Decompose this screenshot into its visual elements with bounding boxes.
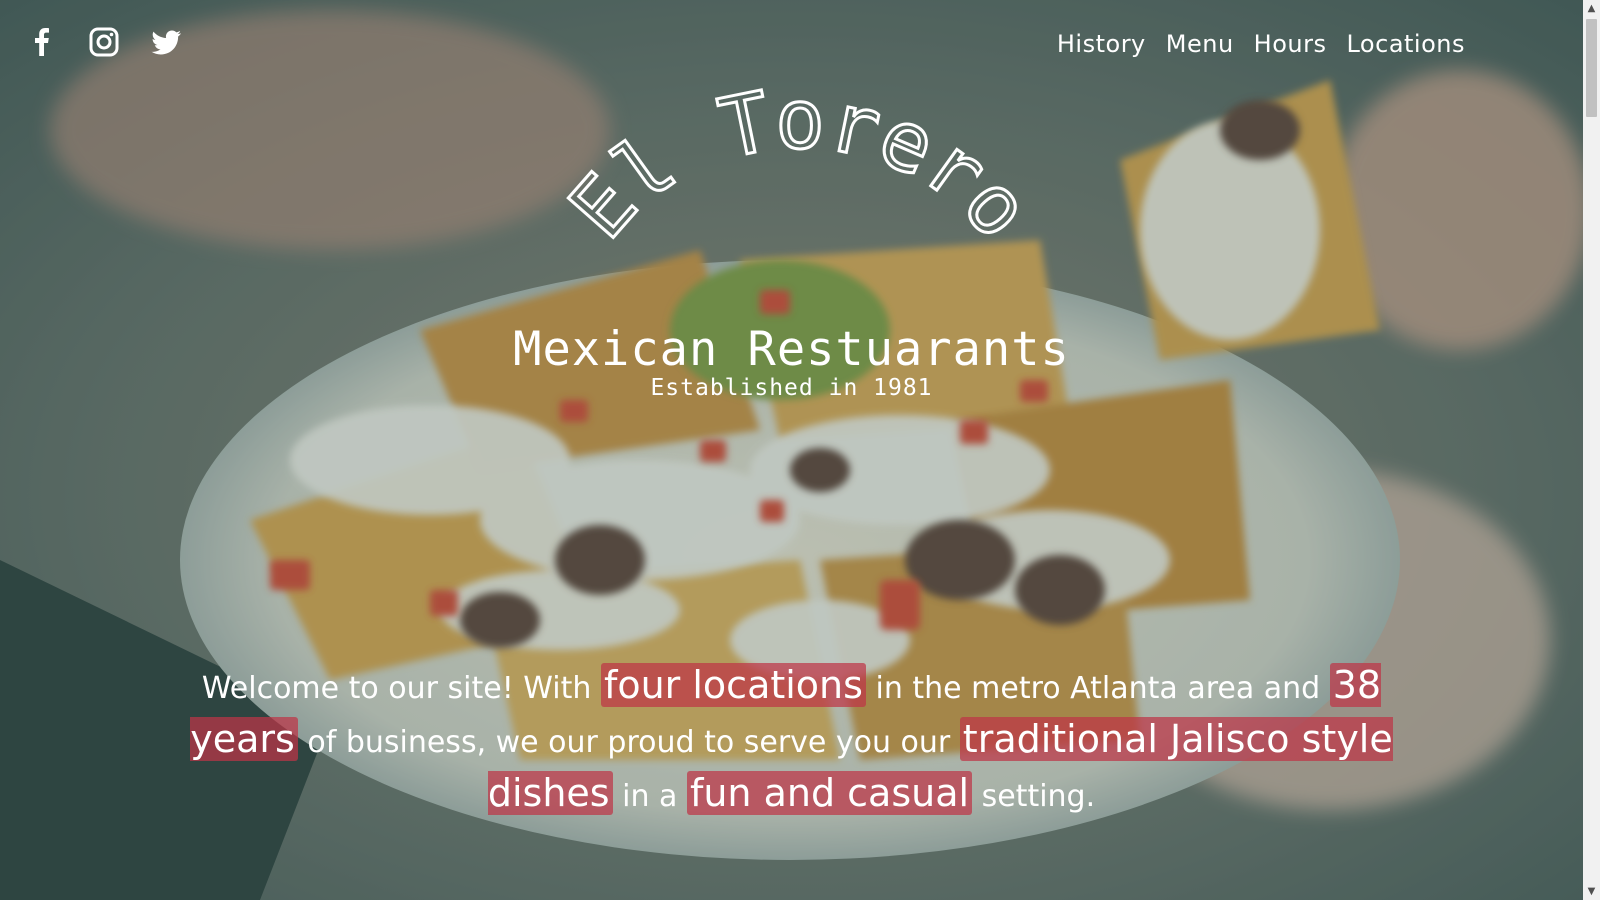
welcome-part: Welcome to our site! With (201, 671, 601, 706)
scrollbar-thumb[interactable] (1586, 19, 1597, 117)
nav-hours[interactable]: Hours (1254, 30, 1327, 58)
instagram-link[interactable] (86, 24, 122, 60)
logo-arc: El Torero (550, 80, 1050, 258)
main-nav: History Menu Hours Locations (1057, 30, 1465, 58)
nav-history[interactable]: History (1057, 30, 1146, 58)
highlight-locations: four locations (600, 663, 866, 707)
highlight-setting: fun and casual (686, 771, 973, 815)
nav-locations[interactable]: Locations (1346, 30, 1465, 58)
welcome-text: Welcome to our site! With four locations… (150, 660, 1433, 822)
chevron-down-icon[interactable]: ▼ (1583, 883, 1600, 900)
chevron-up-icon[interactable]: ▲ (1583, 0, 1600, 17)
logo-subtitle: Mexican Restuarants (513, 322, 1070, 377)
facebook-icon (35, 28, 49, 56)
page: History Menu Hours Locations El Torero M… (0, 0, 1600, 900)
welcome-part: of business, we our proud to serve you o… (297, 725, 960, 760)
nav-menu[interactable]: Menu (1166, 30, 1234, 58)
twitter-link[interactable] (148, 24, 184, 60)
twitter-icon (151, 30, 181, 55)
hero-section: History Menu Hours Locations El Torero M… (0, 0, 1583, 900)
welcome-part: in a (612, 779, 687, 814)
social-links (24, 24, 184, 60)
facebook-link[interactable] (24, 24, 60, 60)
instagram-icon (89, 27, 119, 57)
welcome-part: in the metro Atlanta area and (865, 671, 1330, 706)
established-text: Established in 1981 (650, 375, 933, 401)
welcome-part: setting. (972, 779, 1096, 814)
logo-arc-text: El Torero (552, 80, 1049, 257)
page-scrollbar[interactable]: ▲ ▼ (1583, 0, 1600, 900)
